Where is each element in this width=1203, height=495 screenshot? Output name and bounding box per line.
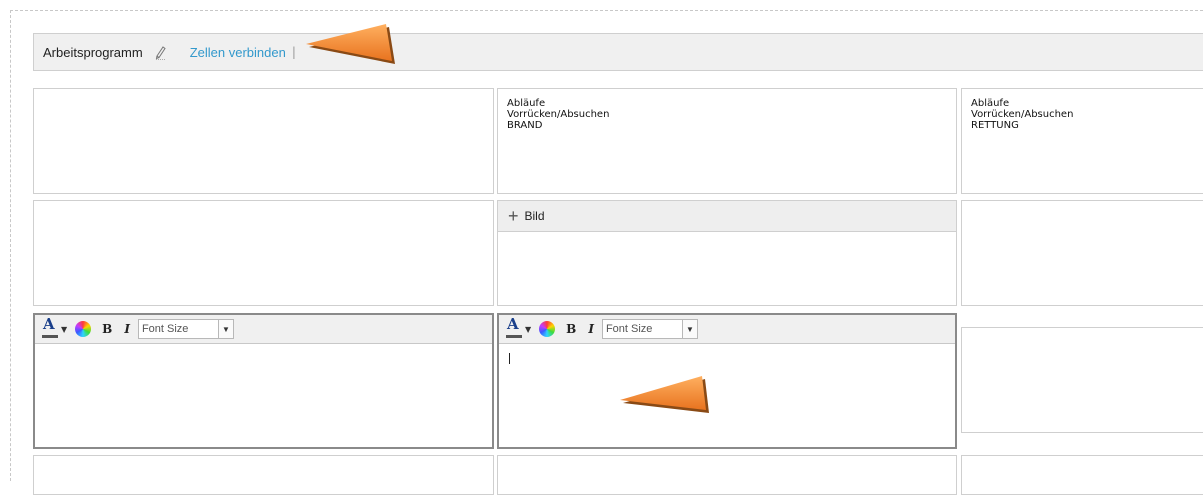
add-image-label: Bild bbox=[524, 208, 545, 223]
text-cursor bbox=[509, 353, 510, 364]
font-color-icon[interactable]: A bbox=[41, 317, 59, 339]
font-size-select[interactable]: Font Size ▼ bbox=[601, 319, 698, 339]
grid-cell-r4c2[interactable] bbox=[497, 455, 957, 495]
bold-button[interactable]: B bbox=[566, 323, 576, 335]
grid-cell-r1c1[interactable] bbox=[33, 88, 494, 194]
dropdown-arrow-icon[interactable]: ▼ bbox=[217, 320, 233, 338]
plus-icon: + bbox=[508, 206, 519, 226]
cell-text: Abläufe Vorrücken/Absuchen BRAND bbox=[507, 98, 610, 131]
merge-cells-link[interactable]: Zellen verbinden bbox=[190, 45, 286, 60]
grid-cell-r2c1[interactable] bbox=[33, 200, 494, 306]
color-wheel-icon[interactable] bbox=[539, 321, 556, 337]
italic-button[interactable]: I bbox=[124, 323, 130, 335]
grid-cell-r4c3[interactable] bbox=[961, 455, 1203, 495]
add-image-button[interactable]: + Bild bbox=[498, 201, 956, 232]
dropdown-arrow-icon[interactable]: ▼ bbox=[61, 324, 67, 335]
font-size-placeholder: Font Size bbox=[141, 322, 189, 335]
pencil-icon[interactable] bbox=[154, 44, 168, 60]
bold-button[interactable]: B bbox=[102, 323, 112, 335]
color-wheel-icon[interactable] bbox=[75, 321, 92, 337]
editor-toolbar: A ▼ B I Font Size ▼ bbox=[35, 315, 492, 344]
grid-cell-r1c2[interactable]: Abläufe Vorrücken/Absuchen BRAND bbox=[497, 88, 957, 194]
italic-button[interactable]: I bbox=[588, 323, 594, 335]
toolbar-separator: | bbox=[291, 45, 296, 59]
grid-cell-r3c3[interactable] bbox=[961, 327, 1203, 433]
editor-toolbar: A ▼ B I Font Size ▼ bbox=[499, 315, 955, 344]
dropdown-arrow-icon[interactable]: ▼ bbox=[525, 324, 531, 335]
grid-cell-r4c1[interactable] bbox=[33, 455, 494, 495]
dropdown-arrow-icon[interactable]: ▼ bbox=[681, 320, 697, 338]
cell-text: Abläufe Vorrücken/Absuchen RETTUNG bbox=[971, 98, 1074, 131]
section-title: Arbeitsprogramm bbox=[43, 44, 143, 60]
grid-cell-r2c3[interactable] bbox=[961, 200, 1203, 306]
grid-cell-r1c3[interactable]: Abläufe Vorrücken/Absuchen RETTUNG bbox=[961, 88, 1203, 194]
rich-text-editor-r3c2[interactable]: A ▼ B I Font Size ▼ bbox=[497, 313, 957, 449]
second-toolbar-link[interactable]: en bbox=[364, 45, 378, 60]
grid-cell-r2c2[interactable]: + Bild bbox=[497, 200, 957, 306]
font-size-placeholder: Font Size bbox=[605, 322, 653, 335]
section-border-top bbox=[10, 10, 1203, 11]
section-toolbar: Arbeitsprogramm Zellen verbinden | en bbox=[33, 33, 1203, 71]
font-color-icon[interactable]: A bbox=[505, 317, 523, 339]
font-size-select[interactable]: Font Size ▼ bbox=[137, 319, 234, 339]
section-border-left bbox=[10, 10, 11, 481]
rich-text-editor-r3c1[interactable]: A ▼ B I Font Size ▼ bbox=[33, 313, 494, 449]
